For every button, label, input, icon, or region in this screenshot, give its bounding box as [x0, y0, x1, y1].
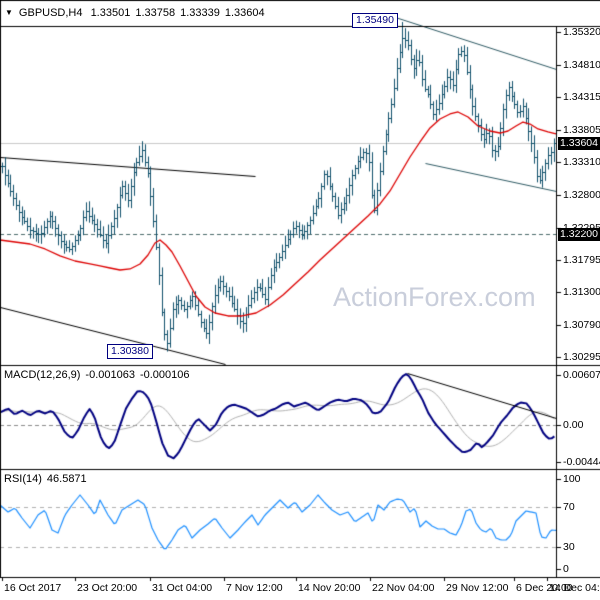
macd-name: MACD(12,26,9) [4, 369, 81, 381]
price-axis-label: 1.31300 [563, 286, 600, 298]
macd-indicator-title: MACD(12,26,9) -0.001063 -0.000106 [4, 369, 195, 381]
watermark: ActionForex.com [333, 282, 536, 312]
price-axis-label: 1.32295 [563, 222, 600, 234]
macd-axis-label: 0.00 [563, 419, 584, 431]
macd-axis-label: -0.004441 [563, 456, 600, 468]
price-axis-label: 1.33310 [563, 156, 600, 168]
ohlc-close: 1.33604 [224, 7, 265, 19]
ohlc-high: 1.33758 [135, 7, 176, 19]
rsi-axis-label: 30 [563, 541, 575, 553]
time-axis-label: 29 Nov 12:00 [446, 582, 509, 594]
price-axis-label: 1.31795 [563, 254, 600, 266]
rsi-indicator-title: RSI(14) 46.5871 [4, 473, 92, 485]
time-axis-label: 14 Nov 20:00 [298, 582, 361, 594]
trading-chart-window: ▼ GBPUSD,H4 1.33501 1.33758 1.33339 1.33604 … [0, 0, 600, 600]
rsi-axis-label: 100 [563, 473, 581, 485]
time-axis-label: 14 Dec 04:00 [549, 582, 600, 594]
price-axis-label: 1.34315 [563, 91, 600, 103]
chart-title-bar: ▼ GBPUSD,H4 1.33501 1.33758 1.33339 1.33604 [0, 0, 600, 26]
low-annotation-label[interactable]: 1.30380 [107, 344, 153, 359]
high-annotation-label[interactable]: 1.35490 [352, 13, 398, 28]
macd-axis-label: 0.006073 [563, 369, 600, 381]
rsi-axis-label: 0 [563, 563, 569, 575]
time-axis-label: 23 Oct 20:00 [77, 582, 138, 594]
price-axis-label: 1.35320 [563, 26, 600, 38]
rsi-value: 46.5871 [46, 473, 87, 485]
current-price-tag: 1.33604 [558, 137, 600, 150]
macd-value-signal: -0.000106 [139, 369, 190, 381]
macd-value-main: -0.001063 [85, 369, 135, 381]
rsi-axis-label: 70 [563, 501, 575, 513]
price-axis-label: 1.30790 [563, 319, 600, 331]
symbol-label: GBPUSD,H4 [18, 7, 83, 19]
time-axis-label: 7 Nov 12:00 [226, 582, 283, 594]
price-axis-label: 1.30295 [563, 351, 600, 363]
time-axis-label: 16 Oct 2017 [4, 582, 62, 594]
price-axis-label: 1.33805 [563, 124, 600, 136]
ohlc-low: 1.33339 [180, 7, 220, 19]
collapse-arrow-icon[interactable]: ▼ [5, 8, 13, 17]
price-axis-label: 1.34810 [563, 59, 600, 71]
rsi-name: RSI(14) [4, 473, 42, 485]
price-axis-label: 1.32800 [563, 189, 600, 201]
ohlc-open: 1.33501 [90, 7, 131, 19]
time-axis-label: 22 Nov 04:00 [372, 582, 435, 594]
time-axis-label: 31 Oct 04:00 [152, 582, 213, 594]
